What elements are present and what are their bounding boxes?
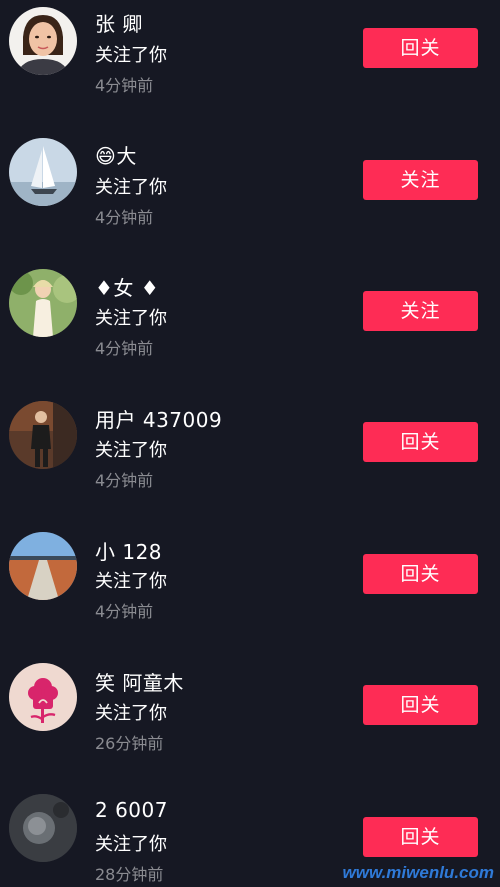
woman-portrait-avatar[interactable]: [9, 7, 77, 75]
follow-timestamp: 26分钟前: [95, 734, 164, 753]
follow-button[interactable]: 关注: [363, 160, 478, 200]
follow-action-text: 关注了你: [95, 834, 167, 855]
follow-action-text: 关注了你: [95, 177, 167, 198]
follow-action-text: 关注了你: [95, 45, 167, 66]
follower-row[interactable]: 小 128 关注了你 4分钟前 回关: [0, 524, 500, 644]
follower-row[interactable]: ♦女 ♦ 关注了你 4分钟前 关注: [0, 262, 500, 382]
follower-name[interactable]: 😄大: [95, 140, 137, 169]
dark-gray-avatar[interactable]: [9, 794, 77, 862]
follow-timestamp: 4分钟前: [95, 208, 154, 227]
follower-row[interactable]: 😄大 关注了你 4分钟前 关注: [0, 131, 500, 251]
follow-timestamp: 4分钟前: [95, 76, 154, 95]
follower-row[interactable]: 用户 437009 关注了你 4分钟前 回关: [0, 393, 500, 513]
follower-name[interactable]: 小 128: [95, 536, 162, 565]
follower-name[interactable]: 用户 437009: [95, 404, 222, 433]
standing-person-avatar[interactable]: [9, 401, 77, 469]
site-watermark: www.miwenlu.com: [342, 863, 494, 882]
pink-flower-logo-avatar[interactable]: [9, 663, 77, 731]
follow-timestamp: 4分钟前: [95, 471, 154, 490]
follow-back-button[interactable]: 回关: [363, 685, 478, 725]
follower-name[interactable]: 张 卿: [95, 8, 143, 37]
follower-name[interactable]: ♦女 ♦: [95, 272, 159, 301]
follow-back-button[interactable]: 回关: [363, 554, 478, 594]
follow-back-button[interactable]: 回关: [363, 817, 478, 857]
follow-action-text: 关注了你: [95, 308, 167, 329]
follow-timestamp: 4分钟前: [95, 602, 154, 621]
follower-name[interactable]: 笑 阿童木: [95, 667, 184, 696]
follow-timestamp: 4分钟前: [95, 339, 154, 358]
follow-button[interactable]: 关注: [363, 291, 478, 331]
follow-back-button[interactable]: 回关: [363, 422, 478, 462]
follower-row[interactable]: 笑 阿童木 关注了你 26分钟前 回关: [0, 655, 500, 775]
follow-action-text: 关注了你: [95, 571, 167, 592]
follower-name[interactable]: 2 6007: [95, 798, 168, 822]
landscape-path-avatar[interactable]: [9, 532, 77, 600]
sailboat-avatar[interactable]: [9, 138, 77, 206]
follower-row[interactable]: 张 卿 关注了你 4分钟前 回关: [0, 0, 500, 120]
follow-action-text: 关注了你: [95, 703, 167, 724]
follow-back-button[interactable]: 回关: [363, 28, 478, 68]
follower-list: 张 卿 关注了你 4分钟前 回关 😄大 关注了你 4分钟前 关注 ♦女 ♦ 关注…: [0, 0, 500, 887]
follow-timestamp: 28分钟前: [95, 865, 164, 884]
follow-action-text: 关注了你: [95, 440, 167, 461]
woman-in-garden-avatar[interactable]: [9, 269, 77, 337]
